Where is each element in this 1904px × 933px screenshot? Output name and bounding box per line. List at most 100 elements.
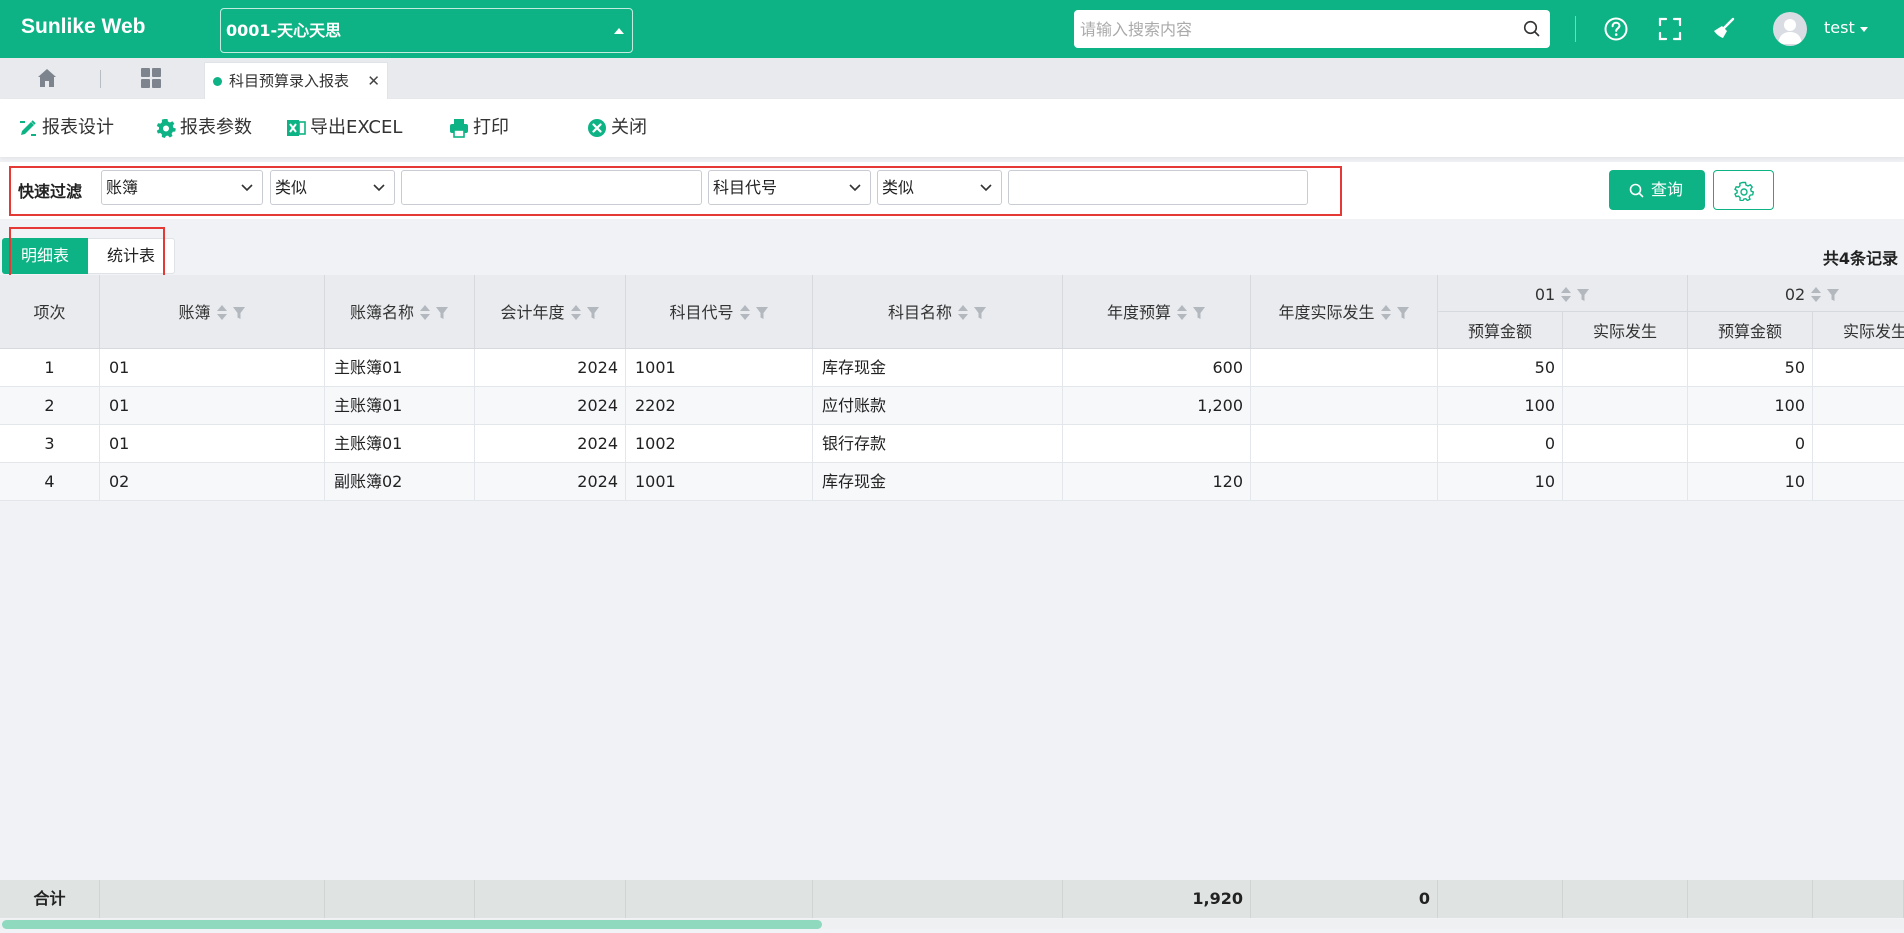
sort-icon[interactable] [420,304,430,321]
quick-filter-label: 快速过滤 [18,182,83,201]
close-tab-icon[interactable]: ✕ [367,63,380,99]
fullscreen-icon[interactable] [1657,16,1683,42]
filter-funnel-icon[interactable] [1576,288,1590,302]
table-row[interactable]: 1 01 主账簿01 2024 1001 库存现金 600 50 50 [0,349,1904,387]
printer-icon [450,119,468,138]
account-select[interactable]: 0001-天心天思 [220,8,633,53]
totals-empty [1438,880,1563,918]
header-seq: 项次 [0,275,100,349]
filter-funnel-icon[interactable] [586,306,600,320]
cell-account-code: 1001 [626,349,813,386]
sort-icon[interactable] [1380,304,1391,321]
top-bar: Sunlike Web 0001-天心天思 test [0,0,1904,58]
cell-p2-actual [1813,349,1904,386]
cell-book-name: 主账簿01 [325,349,475,386]
filter-funnel-icon[interactable] [973,306,987,320]
header-book-name[interactable]: 账簿名称 [325,275,475,349]
user-menu-caret-icon[interactable] [1860,27,1868,32]
cell-account-code: 1001 [626,463,813,500]
cell-fiscal-year: 2024 [475,425,626,462]
header-book[interactable]: 账簿 [100,275,325,349]
gear-icon [156,119,176,138]
table-row[interactable]: 4 02 副账簿02 2024 1001 库存现金 120 10 10 [0,463,1904,501]
filter-funnel-icon[interactable] [1192,306,1206,320]
cell-annual-actual [1251,349,1438,386]
account-select-value: 0001-天心天思 [226,21,342,40]
cell-account-code: 2202 [626,387,813,424]
sort-icon[interactable] [1177,304,1187,321]
sort-icon[interactable] [739,304,750,321]
help-icon[interactable] [1603,16,1629,42]
header-p2-budget: 预算金额 [1688,312,1813,349]
filter-funnel-icon[interactable] [435,306,449,320]
excel-icon [287,120,306,136]
cell-seq: 2 [0,387,100,424]
cell-account-name: 应付账款 [813,387,1063,424]
filter-funnel-icon[interactable] [232,306,246,320]
print-label: 打印 [473,117,509,138]
filter-operator-select-2[interactable]: 类似 [877,170,1002,205]
tab-separator [100,70,101,88]
query-button[interactable]: 查询 [1609,170,1705,210]
header-annual-actual[interactable]: 年度实际发生 [1251,275,1438,349]
cell-p2-budget: 0 [1688,425,1813,462]
filter-field-select-2[interactable]: 科目代号 [708,170,871,205]
cell-seq: 4 [0,463,100,500]
export-excel-label: 导出EXCEL [310,117,403,138]
filter-funnel-icon[interactable] [1396,306,1410,320]
totals-empty [626,880,813,918]
header-annual-budget[interactable]: 年度预算 [1063,275,1251,349]
cell-book: 02 [100,463,325,500]
filter-operator-value-2: 类似 [882,178,915,197]
sort-icon[interactable] [216,304,227,321]
sort-icon[interactable] [958,304,968,321]
filter-funnel-icon[interactable] [755,306,769,320]
chevron-down-icon [373,184,385,192]
filter-value-input-1[interactable] [401,170,702,205]
header-period-02[interactable]: 02 [1688,275,1904,312]
top-divider [1575,16,1576,42]
sort-icon[interactable] [570,304,581,321]
cell-account-code: 1002 [626,425,813,462]
table-row[interactable]: 3 01 主账簿01 2024 1002 银行存款 0 0 [0,425,1904,463]
header-account-code[interactable]: 科目代号 [626,275,813,349]
filter-field-value-2: 科目代号 [713,178,778,197]
app-grid-icon[interactable] [140,67,162,93]
chevron-down-icon [241,184,253,192]
filter-funnel-icon[interactable] [1826,288,1840,302]
filter-value-input-2[interactable] [1008,170,1308,205]
search-icon[interactable] [1523,20,1540,41]
sort-icon[interactable] [1561,286,1572,303]
broom-icon[interactable] [1711,16,1737,42]
scrollbar-thumb[interactable] [2,920,822,929]
sort-icon[interactable] [1811,286,1822,303]
filter-field-select-1[interactable]: 账簿 [101,170,263,205]
active-dot-icon [213,77,222,86]
user-avatar-icon[interactable] [1773,12,1807,46]
horizontal-scrollbar[interactable] [0,919,1904,929]
cell-book-name: 副账簿02 [325,463,475,500]
report-params-label: 报表参数 [180,117,252,138]
table-row[interactable]: 2 01 主账簿01 2024 2202 应付账款 1,200 100 100 [0,387,1904,425]
home-icon[interactable] [36,67,58,93]
record-count: 共4条记录 [1822,249,1898,268]
header-account-name[interactable]: 科目名称 [813,275,1063,349]
cell-account-name: 银行存款 [813,425,1063,462]
cell-p1-budget: 100 [1438,387,1563,424]
tab-budget-report[interactable]: 科目预算录入报表 ✕ [204,62,388,99]
cell-p1-actual [1563,349,1688,386]
header-fiscal-year[interactable]: 会计年度 [475,275,626,349]
report-design-label: 报表设计 [42,117,114,138]
header-period-01[interactable]: 01 [1438,275,1688,312]
report-grid: 项次 账簿 账簿名称 会计年度 科目代号 科目名称 年度预算 年度实际发生 01… [0,275,1904,923]
header-p2-actual: 实际发生 [1813,312,1904,349]
user-name[interactable]: test [1824,18,1855,37]
tab-strip: 科目预算录入报表 ✕ [0,58,1904,99]
global-search[interactable] [1074,10,1550,48]
filter-settings-button[interactable] [1713,170,1774,210]
totals-empty [100,880,325,918]
cell-p2-budget: 10 [1688,463,1813,500]
filter-operator-select-1[interactable]: 类似 [270,170,395,205]
global-search-input[interactable] [1080,10,1510,48]
search-icon [1629,183,1644,198]
